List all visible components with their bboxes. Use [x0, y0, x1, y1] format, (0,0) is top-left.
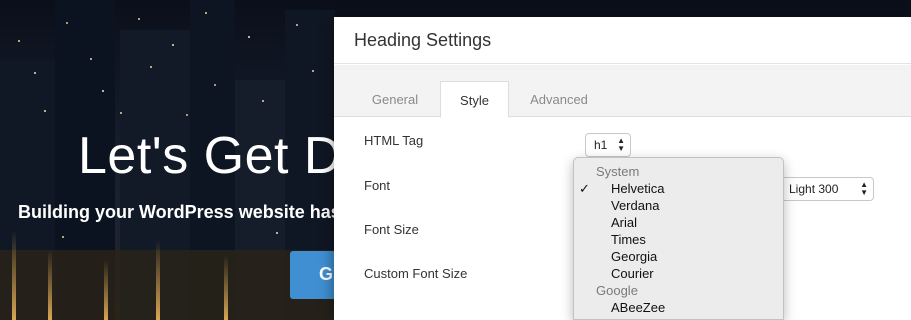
custom-font-size-label: Custom Font Size: [364, 266, 468, 281]
font-option-georgia[interactable]: Georgia: [611, 249, 657, 264]
updown-arrows-icon: ▲ ▼: [617, 136, 625, 153]
dropdown-group-google: Google: [596, 283, 638, 298]
font-size-label: Font Size: [364, 222, 419, 237]
modal-title: Heading Settings: [334, 17, 911, 64]
font-option-arial[interactable]: Arial: [611, 215, 637, 230]
font-weight-select-value: Light 300: [789, 182, 839, 196]
hero-title: Let's Get Do: [78, 127, 372, 185]
tab-style[interactable]: Style: [440, 81, 509, 118]
font-option-abeezee[interactable]: ABeeZee: [611, 300, 665, 315]
html-tag-label: HTML Tag: [364, 133, 424, 148]
updown-arrows-icon: ▲ ▼: [860, 180, 868, 197]
checkmark-icon: ✓: [579, 181, 590, 196]
font-weight-select[interactable]: Light 300 ▲ ▼: [780, 177, 874, 201]
font-option-courier[interactable]: Courier: [611, 266, 654, 281]
html-tag-select-value: h1: [594, 138, 608, 152]
font-option-helvetica[interactable]: Helvetica: [611, 181, 664, 196]
hero-subtitle: Building your WordPress website has: [18, 202, 341, 222]
modal-tabs: General Style Advanced: [334, 65, 911, 118]
font-option-verdana[interactable]: Verdana: [611, 198, 659, 213]
dropdown-group-system: System: [596, 164, 640, 179]
tab-general[interactable]: General: [362, 81, 428, 117]
html-tag-select[interactable]: h1 ▲ ▼: [585, 133, 631, 157]
font-family-dropdown[interactable]: System ✓ Helvetica Verdana Arial Times G…: [573, 157, 784, 320]
font-label: Font: [364, 178, 391, 193]
tab-advanced[interactable]: Advanced: [521, 81, 597, 117]
font-option-times[interactable]: Times: [611, 232, 646, 247]
